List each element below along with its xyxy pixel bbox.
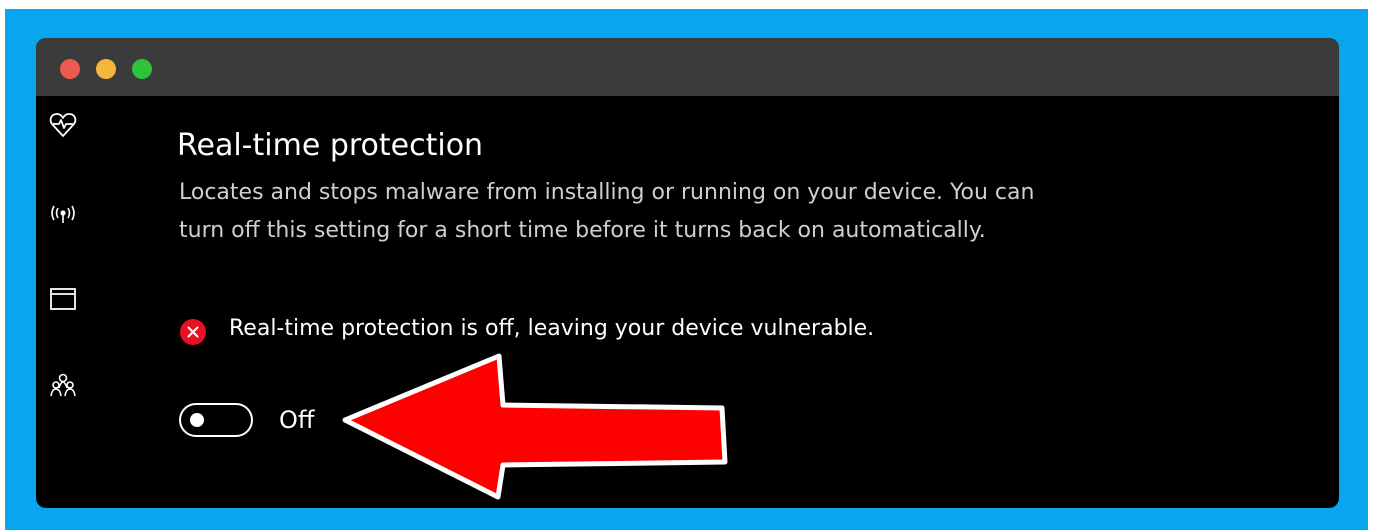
close-window-button[interactable] <box>60 59 80 79</box>
toggle-state-label: Off <box>279 406 315 434</box>
family-icon[interactable] <box>48 371 78 401</box>
wireless-signal-icon[interactable] <box>48 199 78 229</box>
minimize-window-button[interactable] <box>96 59 116 79</box>
title-bar <box>36 38 1339 96</box>
error-x-icon <box>179 318 207 346</box>
status-message: Real-time protection is off, leaving you… <box>229 316 875 341</box>
heart-pulse-icon[interactable] <box>48 110 78 140</box>
maximize-window-button[interactable] <box>132 59 152 79</box>
section-description: Locates and stops malware from installin… <box>179 180 1035 243</box>
browser-window-icon[interactable] <box>48 284 78 314</box>
toggle-knob <box>190 413 204 427</box>
real-time-protection-toggle[interactable] <box>179 403 253 437</box>
app-window: Real-time protection Locates and stops m… <box>36 38 1339 508</box>
page-title: Real-time protection <box>177 128 484 163</box>
